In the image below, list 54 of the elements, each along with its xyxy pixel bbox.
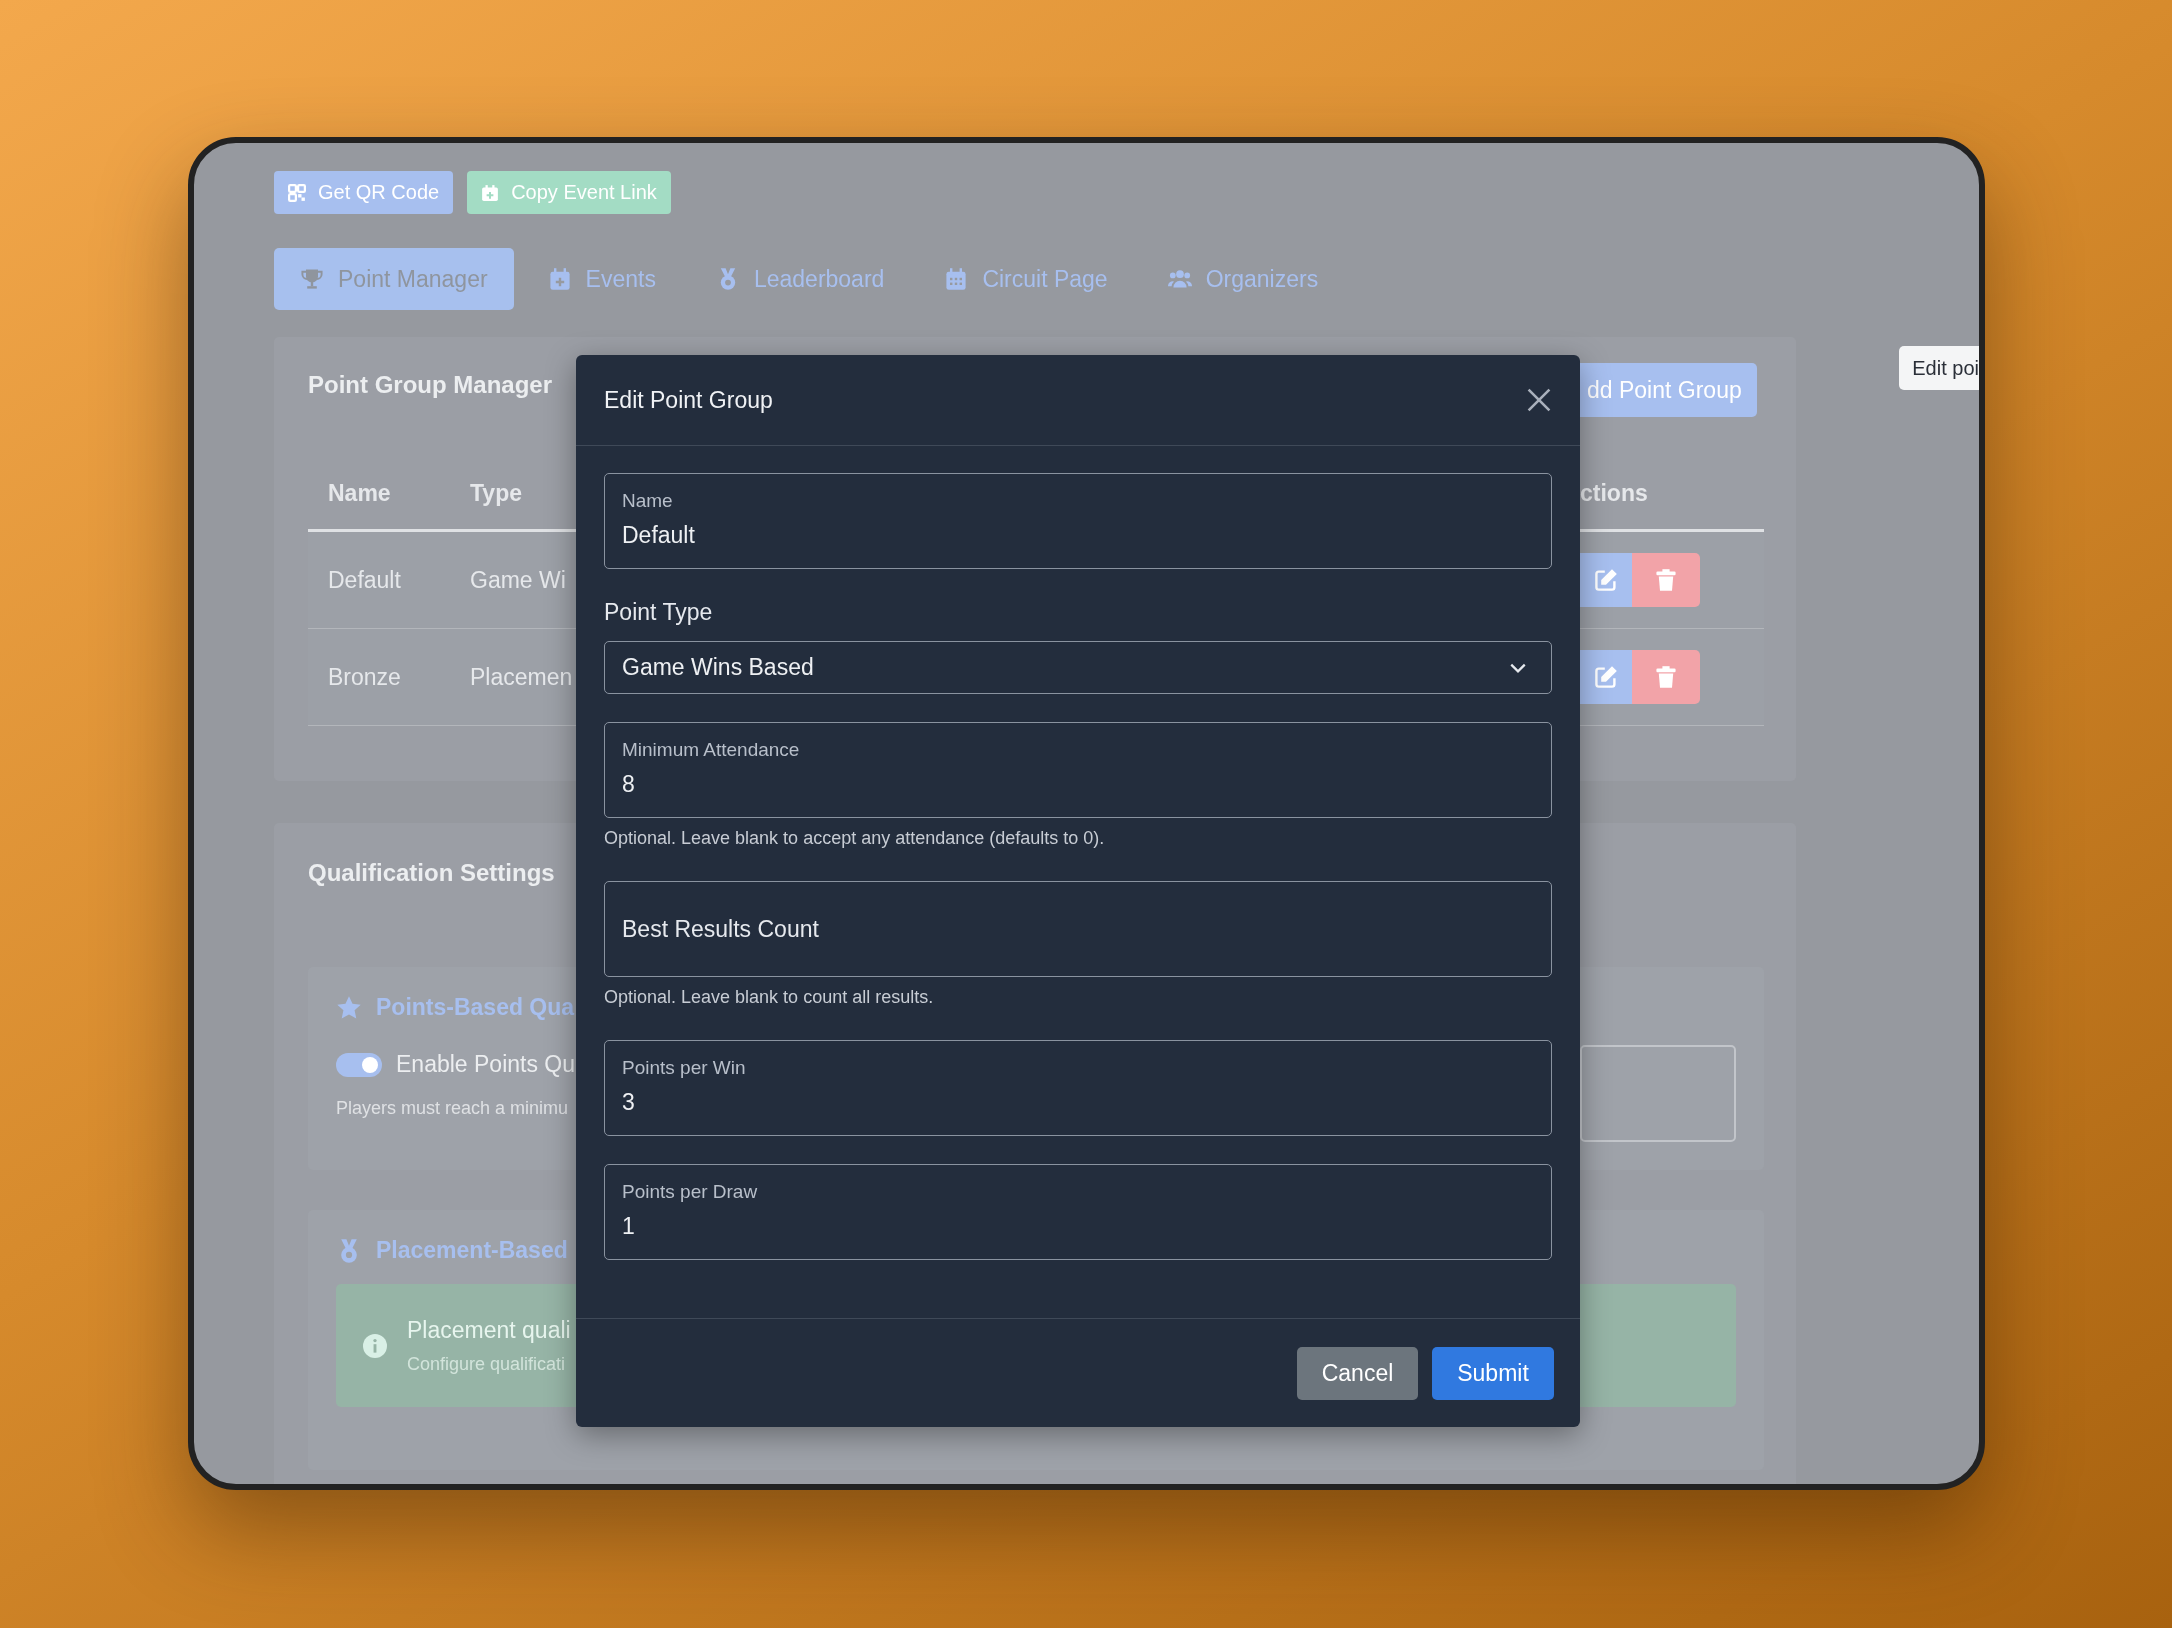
- table-cell: Bronze: [328, 663, 401, 691]
- modal-title: Edit Point Group: [604, 386, 773, 414]
- edit-button[interactable]: [1580, 553, 1632, 607]
- input-field[interactable]: Points per Win 3: [604, 1040, 1552, 1136]
- copy-link-button[interactable]: Copy Event Link: [467, 171, 671, 214]
- input-field[interactable]: Best Results Count: [604, 881, 1552, 977]
- alert-text: Configure qualificati: [407, 1353, 567, 1375]
- nav-tab[interactable]: Leaderboard: [689, 248, 911, 310]
- table-cell: Game Wi: [470, 566, 566, 594]
- input-field[interactable]: Points per Draw 1: [604, 1164, 1552, 1260]
- qr-code-icon: [288, 183, 306, 202]
- nav-tab[interactable]: Point Manager: [274, 248, 514, 310]
- help-text: Optional. Leave blank to accept any attendance (defaults to 0).: [604, 828, 1106, 849]
- calendar-icon: [944, 267, 969, 291]
- help-text: Optional. Leave blank to count all results.: [604, 987, 935, 1008]
- cancel-button[interactable]: Cancel: [1297, 1347, 1418, 1400]
- nav-tab[interactable]: Organizers: [1141, 248, 1345, 310]
- edit-button[interactable]: [1580, 650, 1632, 704]
- tooltip: Edit poi: [1899, 346, 1979, 390]
- nav-tab[interactable]: Events: [521, 248, 682, 310]
- calendar-plus-icon: [481, 183, 500, 202]
- qr-code-button[interactable]: Get QR Code: [274, 171, 454, 214]
- column-header: ctions: [1580, 479, 1648, 507]
- info-icon: [363, 1333, 387, 1358]
- table-cell: Placemen: [470, 663, 573, 691]
- toggle-switch[interactable]: [336, 1052, 382, 1077]
- edit-icon: [1594, 568, 1618, 592]
- table-cell: Default: [328, 566, 401, 594]
- edit-icon: [1594, 665, 1618, 689]
- trash-icon: [1654, 665, 1678, 689]
- column-header: Name: [328, 479, 391, 507]
- description-text: Players must reach a minimu: [336, 1098, 569, 1119]
- input-field[interactable]: [1580, 1045, 1736, 1142]
- close-button[interactable]: [1526, 387, 1552, 413]
- field-label: Point Type: [604, 599, 714, 626]
- toggle-label: Enable Points Qu: [396, 1051, 575, 1078]
- delete-button[interactable]: [1632, 553, 1700, 607]
- section-title: Points-Based Qua: [376, 994, 575, 1021]
- trophy-icon: [300, 267, 324, 291]
- calendar-plus-icon: [547, 267, 572, 291]
- column-header: Type: [470, 479, 522, 507]
- star-icon: [336, 994, 362, 1021]
- card-title: Point Group Manager: [308, 371, 552, 399]
- close-icon: [1526, 387, 1552, 413]
- select-field[interactable]: Game Wins Based: [604, 641, 1552, 694]
- delete-button[interactable]: [1632, 650, 1700, 704]
- submit-button[interactable]: Submit: [1432, 1347, 1554, 1400]
- trash-icon: [1654, 568, 1678, 592]
- nav-tab[interactable]: Circuit Page: [918, 248, 1134, 310]
- alert-title: Placement quali: [407, 1316, 571, 1344]
- input-field[interactable]: Minimum Attendance 8: [604, 722, 1552, 818]
- section-title: Placement-Based: [376, 1237, 568, 1264]
- card-title: Qualification Settings: [308, 859, 555, 887]
- input-field[interactable]: Name Default: [604, 473, 1552, 569]
